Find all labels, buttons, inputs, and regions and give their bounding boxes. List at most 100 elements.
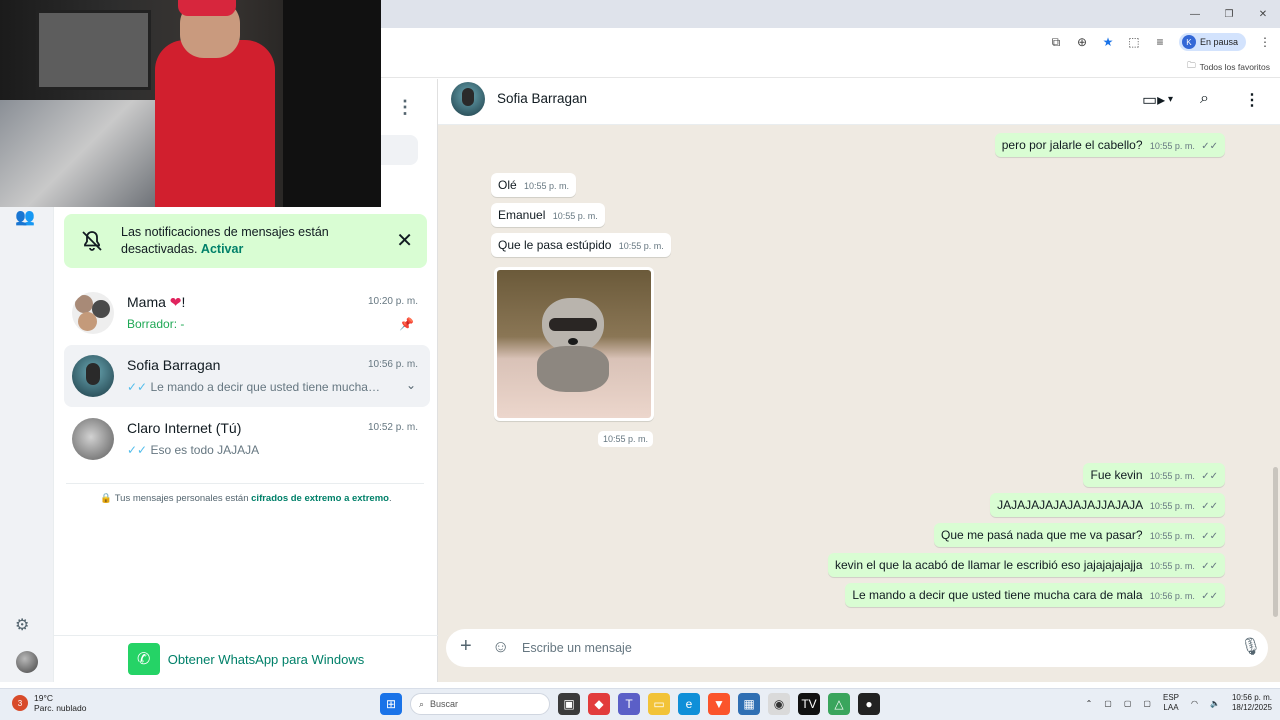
- taskbar-search[interactable]: ⌕ Buscar: [410, 693, 550, 715]
- chevron-up-icon[interactable]: ⌃: [1086, 699, 1093, 708]
- chat-list-item-sofia[interactable]: Sofia Barragan 10:56 p. m. ✓✓ Le mando a…: [64, 345, 430, 407]
- minimize-icon[interactable]: —: [1178, 0, 1212, 28]
- tray-app-icon[interactable]: ▢: [1124, 699, 1132, 708]
- conversation-panel: Sofia Barragan ▭▸ ▾ ⌕ ⋮ pero por jalarle…: [438, 79, 1280, 682]
- restore-icon[interactable]: ❐: [1212, 0, 1246, 28]
- chat-time: 10:56 p. m.: [367, 359, 418, 370]
- webcam-window-shape: [36, 10, 151, 90]
- close-icon[interactable]: ✕: [396, 228, 413, 253]
- app-dark-icon[interactable]: ●: [858, 693, 880, 715]
- message-time: 10:55 p. m.: [552, 211, 598, 221]
- contact-avatar[interactable]: [451, 82, 485, 116]
- all-bookmarks-label: Todos los favoritos: [1199, 62, 1270, 72]
- message-time: 10:55 p. m.: [618, 241, 664, 251]
- message-outgoing[interactable]: pero por jalarle el cabello? 10:55 p. m.…: [994, 133, 1225, 157]
- temperature: 19°C: [34, 693, 53, 703]
- video-call-icon[interactable]: ▭▸: [1142, 90, 1165, 110]
- communities-icon[interactable]: 👥: [15, 207, 35, 227]
- message-outgoing[interactable]: kevin el que la acabó de llamar le escri…: [828, 553, 1225, 577]
- settings-gear-icon[interactable]: ⚙: [15, 615, 29, 635]
- close-window-icon[interactable]: ✕: [1246, 0, 1280, 28]
- tray-app-icon[interactable]: ▢: [1104, 699, 1112, 708]
- chat-name: Mama ❤!: [127, 294, 185, 311]
- chat-list-item-mama[interactable]: Mama ❤! 10:20 p. m. Borrador: - 📌: [64, 282, 430, 344]
- tradingview-icon[interactable]: TV: [798, 693, 820, 715]
- media-controls-icon[interactable]: ≡: [1153, 35, 1167, 49]
- read-ticks-icon: ✓✓: [127, 380, 148, 394]
- message-outgoing[interactable]: JAJAJAJAJAJAJAJJAJAJA 10:55 p. m. ✓✓: [990, 493, 1225, 517]
- raccoon-photo[interactable]: [497, 270, 651, 418]
- chevron-down-icon[interactable]: ⌄: [406, 378, 416, 392]
- bookmark-star-icon[interactable]: ★: [1101, 35, 1115, 49]
- message-incoming[interactable]: Olé 10:55 p. m.: [491, 173, 577, 197]
- message-scrollbar[interactable]: [1273, 127, 1278, 622]
- chat-name-suffix: (Tú): [215, 420, 242, 436]
- message-outgoing[interactable]: Que me pasá nada que me va pasar? 10:55 …: [934, 523, 1225, 547]
- chat-time: 10:52 p. m.: [367, 422, 418, 433]
- message-input[interactable]: [522, 637, 1202, 659]
- clock[interactable]: 10:56 p. m. 18/12/2025: [1232, 693, 1272, 713]
- scrollbar-thumb[interactable]: [1273, 467, 1278, 617]
- clock-time: 10:56 p. m.: [1231, 693, 1272, 702]
- message-outgoing[interactable]: Le mando a decir que usted tiene mucha c…: [845, 583, 1225, 607]
- get-whatsapp-label: Obtener WhatsApp para Windows: [167, 651, 365, 667]
- teams-icon[interactable]: T: [618, 693, 640, 715]
- contact-name[interactable]: Sofia Barragan: [497, 91, 587, 106]
- volume-icon[interactable]: 🔈: [1210, 699, 1220, 708]
- edge-icon[interactable]: e: [678, 693, 700, 715]
- clock-date: 18/12/2025: [1231, 703, 1272, 712]
- search-icon[interactable]: ⌕: [1200, 90, 1209, 108]
- profile-chip[interactable]: K En pausa: [1178, 33, 1246, 51]
- start-windows-icon[interactable]: ⊞: [380, 693, 402, 715]
- message-outgoing[interactable]: Fue kevin 10:55 p. m. ✓✓: [1083, 463, 1225, 487]
- tray-app-icon[interactable]: ▢: [1143, 699, 1151, 708]
- divider: [66, 483, 424, 484]
- message-incoming[interactable]: Emanuel 10:55 p. m.: [491, 203, 605, 227]
- emoji-icon[interactable]: ☺: [492, 637, 509, 657]
- profile-avatar-icon[interactable]: [16, 651, 38, 673]
- message-time: 10:55 p. m.: [1149, 531, 1195, 541]
- chat-list-item-claro[interactable]: Claro Internet (Tú) 10:52 p. m. ✓✓ Eso e…: [64, 408, 430, 470]
- conversation-header: Sofia Barragan ▭▸ ▾ ⌕ ⋮: [438, 79, 1280, 125]
- sidebar-menu-icon[interactable]: ⋮: [396, 97, 414, 118]
- all-bookmarks[interactable]: 🗀 Todos los favoritos: [1187, 60, 1270, 74]
- whatsapp-logo-icon: ✆: [127, 643, 160, 675]
- store-icon[interactable]: ▦: [738, 693, 760, 715]
- microphone-icon[interactable]: 🎙: [1240, 637, 1262, 657]
- message-time: 10:55 p. m.: [1149, 141, 1195, 151]
- webcam-overlay: [0, 0, 381, 207]
- extensions-icon[interactable]: ⬚: [1127, 35, 1141, 49]
- chrome-icon[interactable]: ◉: [768, 693, 790, 715]
- app-red-icon[interactable]: ◆: [588, 693, 610, 715]
- encryption-link[interactable]: cifrados de extremo a extremo: [251, 493, 389, 504]
- message-incoming[interactable]: Que le pasa estúpido 10:55 p. m.: [491, 233, 671, 257]
- app-green-icon[interactable]: △: [828, 693, 850, 715]
- zoom-icon[interactable]: ⊕: [1075, 35, 1089, 49]
- chat-name-suffix: !: [181, 294, 186, 310]
- conversation-menu-icon[interactable]: ⋮: [1244, 90, 1260, 110]
- brave-icon[interactable]: ▼: [708, 693, 730, 715]
- message-text: kevin el que la acabó de llamar le escri…: [835, 558, 1143, 572]
- message-text: Que le pasa estúpido: [498, 238, 612, 252]
- system-tray: ⌃ ▢ ▢ ▢ ESP LAA ◠ 🔈 10:56 p. m. 18/12/20…: [1086, 693, 1272, 713]
- chevron-down-icon[interactable]: ▾: [1168, 94, 1173, 105]
- window-controls: — ❐ ✕: [1178, 0, 1280, 28]
- pin-icon: 📌: [399, 317, 414, 331]
- activate-notifications-link[interactable]: Activar: [201, 242, 243, 256]
- weather-widget[interactable]: 3 19°C Parc. nublado: [12, 693, 86, 713]
- image-message[interactable]: [494, 267, 654, 421]
- message-time: 10:55 p. m.: [598, 431, 654, 447]
- encryption-notice: 🔒 Tus mensajes personales están cifrados…: [54, 493, 438, 504]
- install-app-icon[interactable]: ⧉: [1049, 35, 1063, 50]
- file-explorer-icon[interactable]: ▭: [648, 693, 670, 715]
- wifi-icon[interactable]: ◠: [1191, 699, 1198, 708]
- contact-avatar: [72, 355, 114, 397]
- task-view-icon[interactable]: ▣: [558, 693, 580, 715]
- language-indicator[interactable]: ESP LAA: [1163, 693, 1179, 713]
- chat-preview: ✓✓ Eso es todo JAJAJA: [127, 443, 382, 457]
- notifications-banner: Las notificaciones de mensajes están des…: [64, 214, 427, 268]
- browser-menu-icon[interactable]: ⋮: [1258, 35, 1272, 49]
- weather-text: 19°C Parc. nublado: [34, 693, 86, 713]
- get-whatsapp-banner[interactable]: ✆ Obtener WhatsApp para Windows: [54, 635, 438, 682]
- plus-icon[interactable]: +: [460, 635, 472, 658]
